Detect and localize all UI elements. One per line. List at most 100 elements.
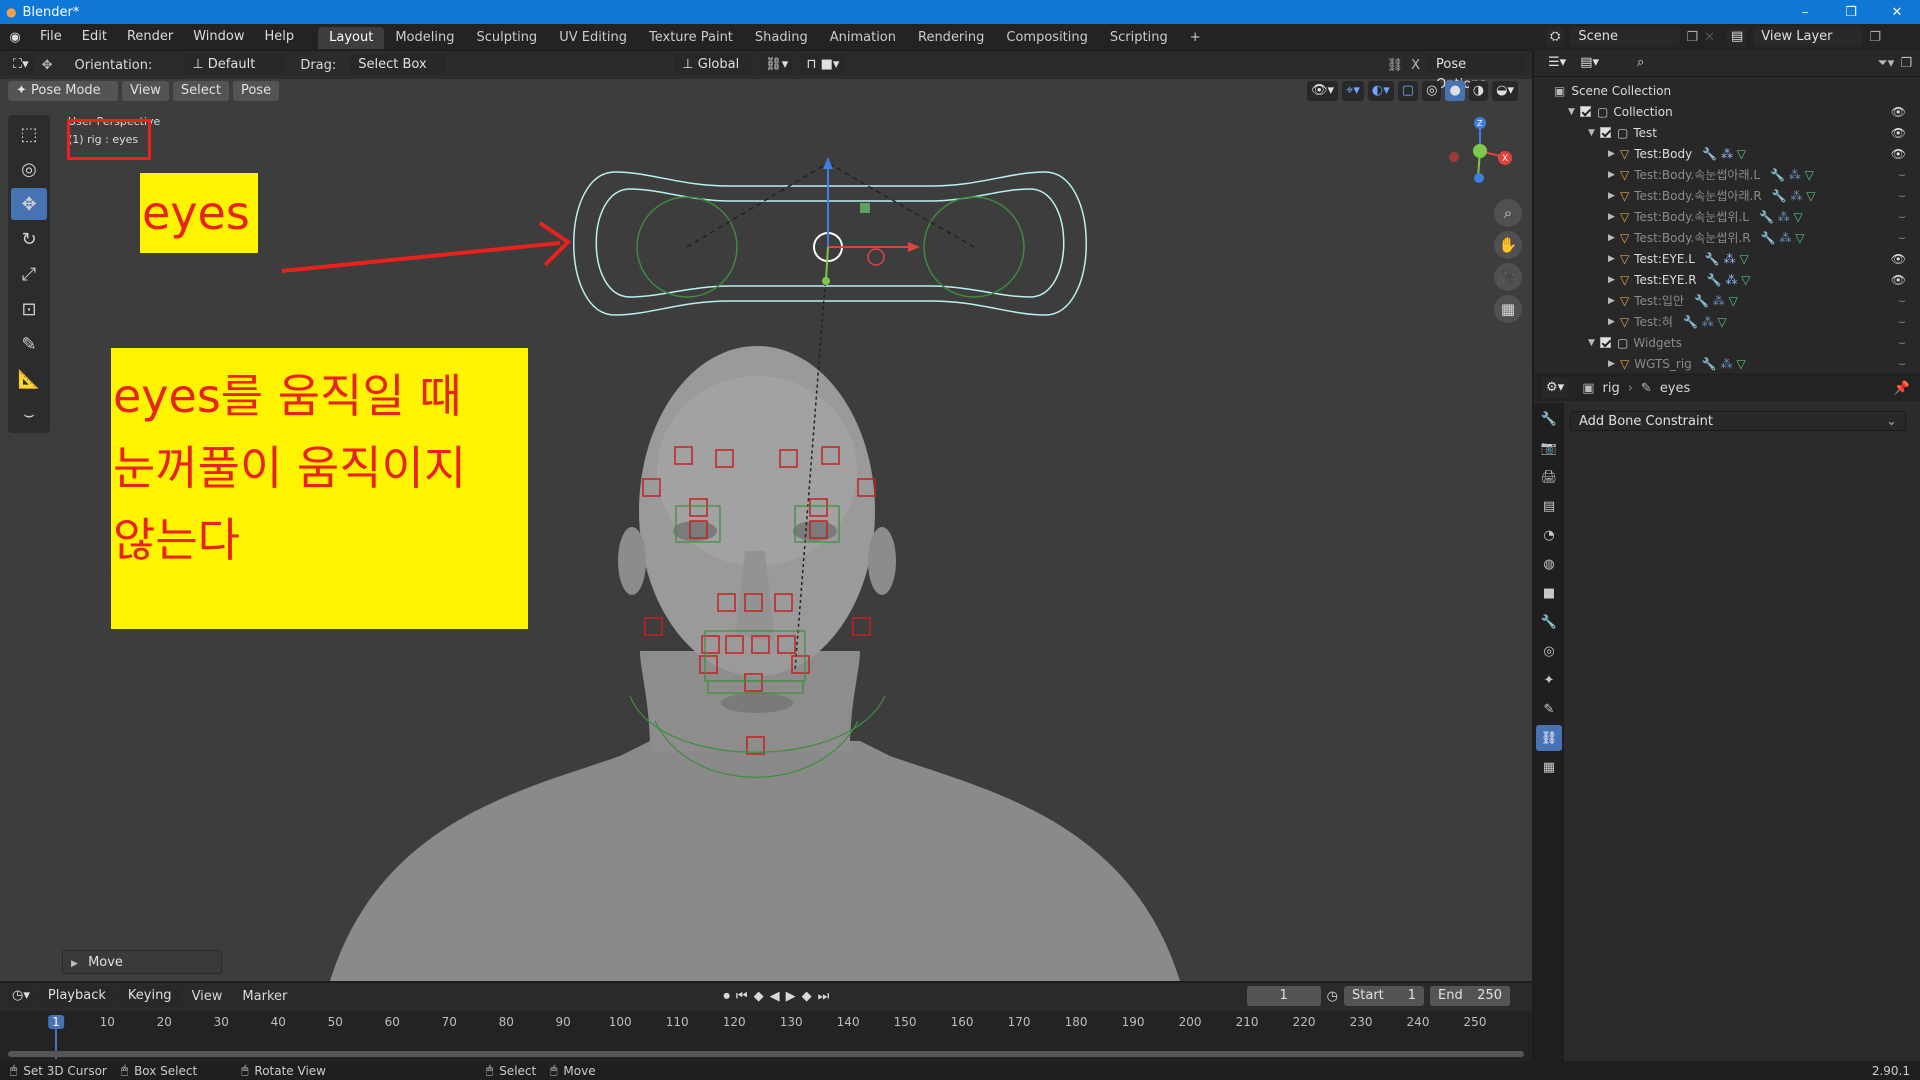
navigation-gizmo[interactable]: Z X — [1440, 111, 1520, 191]
collapse-triangle-icon[interactable]: ▶ — [1608, 170, 1620, 180]
collapse-triangle-icon[interactable]: ▶ — [1608, 212, 1620, 222]
display-mode-icon[interactable]: ▤▾ — [1576, 53, 1603, 73]
tab-uv-editing[interactable]: UV Editing — [548, 27, 638, 49]
properties-editor-icon[interactable]: ⚙▾ — [1542, 378, 1569, 398]
tool-tab-icon[interactable]: 🔧 — [1536, 406, 1562, 432]
new-collection-icon[interactable]: ❐ — [1900, 56, 1912, 71]
visibility-eye-icon[interactable]: 👁 — [1891, 105, 1906, 119]
expand-triangle-icon[interactable]: ▼ — [1588, 128, 1600, 138]
texture-tab-icon[interactable]: ▦ — [1536, 754, 1562, 780]
tab-scripting[interactable]: Scripting — [1099, 27, 1179, 49]
tab-layout[interactable]: Layout — [318, 27, 385, 49]
collapse-triangle-icon[interactable]: ▶ — [1608, 233, 1620, 243]
expand-triangle-icon[interactable]: ▼ — [1568, 107, 1580, 117]
bone-constraint-tab-icon[interactable]: ⛓ — [1536, 725, 1562, 751]
menu-render[interactable]: Render — [117, 24, 183, 50]
visibility-eye-icon[interactable]: ⌣ — [1898, 293, 1906, 308]
next-keyframe-icon[interactable]: ◆ — [802, 989, 812, 1004]
view-layer-copy-icon[interactable]: ❐ — [1869, 30, 1881, 45]
scene-collection-row[interactable]: ▣ Scene Collection — [1534, 80, 1920, 101]
tab-rendering[interactable]: Rendering — [907, 27, 995, 49]
visibility-eye-icon[interactable]: ⌣ — [1898, 356, 1906, 371]
physics-tab-icon[interactable]: ◎ — [1536, 638, 1562, 664]
zoom-icon[interactable]: ⌕ — [1494, 199, 1522, 227]
outliner-item[interactable]: ▼ ▢ Collection 👁 — [1534, 101, 1920, 122]
outliner-search-input[interactable]: ⌕ — [1629, 53, 1749, 73]
collapse-triangle-icon[interactable]: ▶ — [1608, 317, 1620, 327]
visibility-eye-icon[interactable]: ⌣ — [1898, 209, 1906, 224]
tab-sculpting[interactable]: Sculpting — [465, 27, 548, 49]
visibility-eye-icon[interactable]: ⌣ — [1898, 314, 1906, 329]
collapse-triangle-icon[interactable]: ▶ — [1608, 359, 1620, 369]
camera-icon[interactable]: 🎥 — [1494, 263, 1522, 291]
outliner-item[interactable]: ▶ ▽ Test:Body.속눈썹아래.L 🔧 ⁂ ▽ ⌣ — [1534, 164, 1920, 185]
visibility-eye-icon[interactable]: 👁 — [1891, 252, 1906, 266]
marker-menu[interactable]: Marker — [242, 989, 287, 1004]
scene-selector[interactable]: Scene — [1570, 27, 1681, 47]
render-tab-icon[interactable]: 📷 — [1536, 435, 1562, 461]
menu-file[interactable]: File — [30, 24, 72, 50]
end-frame-field[interactable]: End 250 — [1430, 986, 1510, 1006]
outliner-item[interactable]: ▼ ▢ Widgets ⌣ — [1534, 332, 1920, 353]
outliner-item[interactable]: ▶ ▽ Test:EYE.L 🔧 ⁂ ▽ 👁 — [1534, 248, 1920, 269]
pin-icon[interactable]: 📌 — [1894, 381, 1910, 396]
start-frame-field[interactable]: Start 1 — [1344, 986, 1424, 1006]
visibility-eye-icon[interactable]: 👁 — [1891, 126, 1906, 140]
pan-hand-icon[interactable]: ✋ — [1494, 231, 1522, 259]
visibility-eye-icon[interactable]: 👁 — [1891, 273, 1906, 287]
outliner-item[interactable]: ▶ ▽ WGTS_rig 🔧 ⁂ ▽ ⌣ — [1534, 353, 1920, 374]
menu-window[interactable]: Window — [183, 24, 254, 50]
collection-checkbox[interactable] — [1600, 337, 1611, 348]
outliner-item[interactable]: ▶ ▽ Test:Body.속눈썹아래.R 🔧 ⁂ ▽ ⌣ — [1534, 185, 1920, 206]
prev-keyframe-icon[interactable]: ◆ — [754, 989, 764, 1004]
object-tab-icon[interactable]: ■ — [1536, 580, 1562, 606]
visibility-eye-icon[interactable]: ⌣ — [1898, 335, 1906, 350]
outliner-item[interactable]: ▶ ▽ Test:EYE.R 🔧 ⁂ ▽ 👁 — [1534, 269, 1920, 290]
collapse-triangle-icon[interactable]: ▶ — [1608, 191, 1620, 201]
bone-tab-icon[interactable]: ✎ — [1536, 696, 1562, 722]
outliner-item[interactable]: ▶ ▽ Test:Body 🔧 ⁂ ▽ 👁 — [1534, 143, 1920, 164]
world-tab-icon[interactable]: ◍ — [1536, 551, 1562, 577]
collection-checkbox[interactable] — [1580, 106, 1591, 117]
scene-close-icon[interactable]: ✕ — [1704, 30, 1715, 45]
perspective-grid-icon[interactable]: ▦ — [1494, 295, 1522, 323]
view-layer-tab-icon[interactable]: ▤ — [1536, 493, 1562, 519]
jump-end-icon[interactable]: ⏭ — [818, 989, 830, 1004]
editor-type-icon[interactable]: ☰▾ — [1544, 53, 1571, 73]
tab-compositing[interactable]: Compositing — [995, 27, 1099, 49]
scene-icon[interactable]: ⛭ — [1546, 27, 1565, 47]
object-data-tab-icon[interactable]: ✦ — [1536, 667, 1562, 693]
expand-triangle-icon[interactable]: ▼ — [1588, 338, 1600, 348]
timeline-ruler[interactable]: 1 10 20 30 40 50 60 70 80 90 100 110 120 130 140 150 160… — [0, 1011, 1532, 1061]
jump-start-icon[interactable]: ⏮ — [736, 989, 748, 1004]
restore-icon[interactable]: ❐ — [1828, 5, 1874, 20]
filter-icon[interactable]: ⏷▾ — [1877, 56, 1894, 71]
outliner-item[interactable]: ▼ ▢ Test 👁 — [1534, 122, 1920, 143]
collapse-triangle-icon[interactable]: ▶ — [1608, 254, 1620, 264]
visibility-eye-icon[interactable]: ⌣ — [1898, 188, 1906, 203]
outliner-item[interactable]: ▶ ▽ Test:Body.속눈썹위.R 🔧 ⁂ ▽ ⌣ — [1534, 227, 1920, 248]
y-axis-icon[interactable] — [1473, 144, 1487, 158]
menu-edit[interactable]: Edit — [72, 24, 117, 50]
tab-modeling[interactable]: Modeling — [384, 27, 465, 49]
visibility-eye-icon[interactable]: ⌣ — [1898, 230, 1906, 245]
tab-animation[interactable]: Animation — [819, 27, 907, 49]
record-icon[interactable]: ⏺ — [723, 989, 730, 1004]
minimize-icon[interactable]: – — [1782, 5, 1828, 20]
collection-checkbox[interactable] — [1600, 127, 1611, 138]
view-layer-selector[interactable]: View Layer — [1753, 27, 1864, 47]
menu-help[interactable]: Help — [255, 24, 305, 50]
collapse-triangle-icon[interactable]: ▶ — [1608, 149, 1620, 159]
keying-menu[interactable]: Keying — [119, 986, 180, 1006]
timeline-scrollbar[interactable] — [8, 1051, 1524, 1057]
current-frame-field[interactable]: 1 — [1246, 986, 1321, 1006]
playback-menu[interactable]: Playback — [39, 986, 114, 1006]
tab-shading[interactable]: Shading — [744, 27, 819, 49]
3d-viewport[interactable]: ⛶▾ ✥ Orientation: ⊥ Default Drag: Select… — [0, 51, 1532, 981]
output-tab-icon[interactable]: 🖨 — [1536, 464, 1562, 490]
outliner-item[interactable]: ▶ ▽ Test:혀 🔧 ⁂ ▽ ⌣ — [1534, 311, 1920, 332]
tab-texture-paint[interactable]: Texture Paint — [638, 27, 744, 49]
visibility-eye-icon[interactable]: ⌣ — [1898, 167, 1906, 182]
outliner-item[interactable]: ▶ ▽ Test:Body.속눈썹위.L 🔧 ⁂ ▽ ⌣ — [1534, 206, 1920, 227]
collapse-triangle-icon[interactable]: ▶ — [1608, 275, 1620, 285]
